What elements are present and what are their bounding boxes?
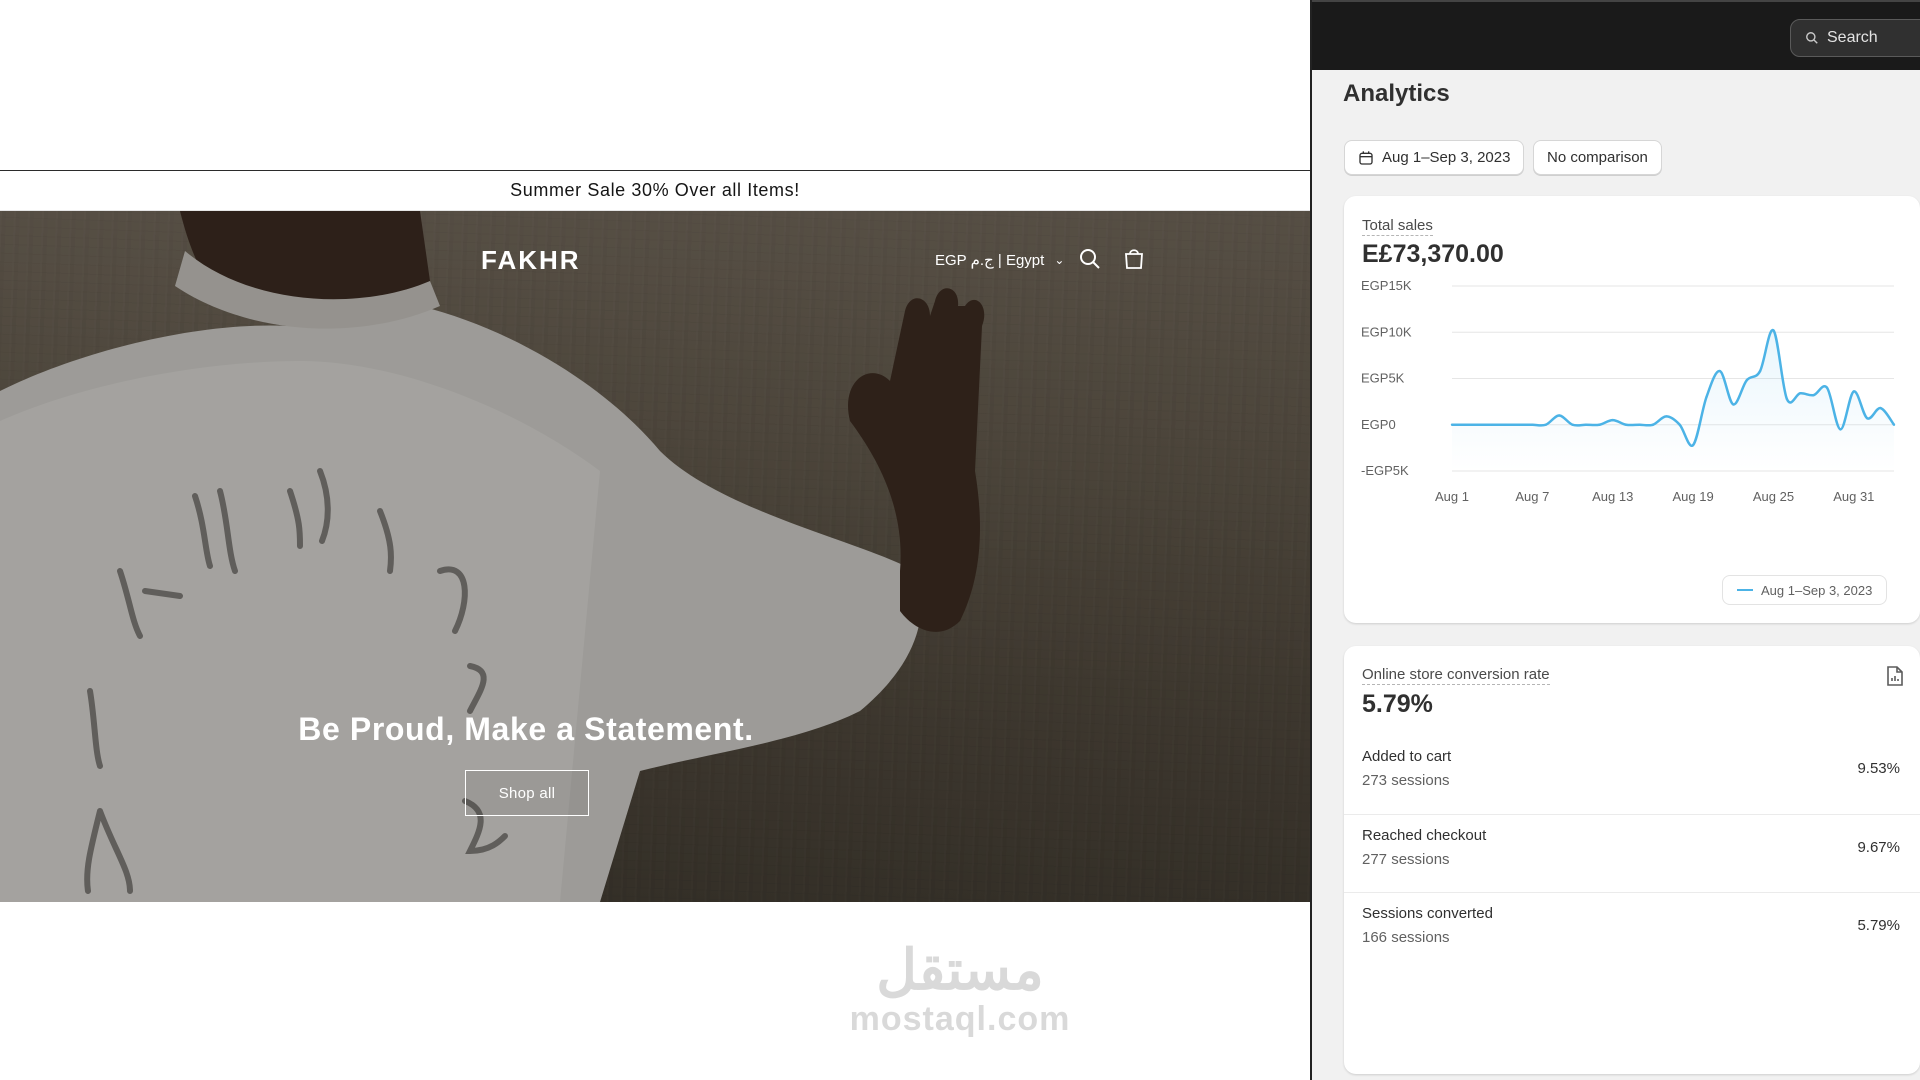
sales-data-point — [1732, 403, 1735, 406]
date-range-label: Aug 1–Sep 3, 2023 — [1382, 149, 1511, 166]
x-tick-label: Aug 19 — [1672, 489, 1713, 504]
conversion-rate-label[interactable]: Online store conversion rate — [1362, 666, 1550, 685]
watermark: مستقل mostaql.com — [840, 938, 1080, 1039]
total-sales-value: E£73,370.00 — [1362, 240, 1504, 268]
page-title: Analytics — [1343, 80, 1450, 107]
sales-data-point — [1544, 423, 1547, 426]
sales-data-point — [1839, 428, 1842, 431]
sales-data-point — [1718, 369, 1722, 373]
y-tick-label: EGP5K — [1361, 371, 1405, 386]
chevron-down-icon: ⌄ — [1054, 253, 1065, 267]
legend-label: Aug 1–Sep 3, 2023 — [1761, 582, 1873, 598]
shop-all-button[interactable]: Shop all — [465, 770, 589, 816]
announcement-bar: Summer Sale 30% Over all Items! — [0, 171, 1310, 211]
x-tick-label: Aug 1 — [1435, 489, 1469, 504]
x-tick-label: Aug 7 — [1515, 489, 1549, 504]
row-sessions: 166 sessions — [1362, 929, 1450, 946]
sales-data-point — [1852, 390, 1856, 393]
legend-swatch — [1737, 589, 1753, 591]
comparison-picker[interactable]: No comparison — [1533, 140, 1662, 175]
store-header: FAKHR EGP ج.م | Egypt ⌄ — [0, 211, 1310, 301]
x-tick-label: Aug 31 — [1833, 489, 1874, 504]
sales-data-point — [1812, 393, 1815, 397]
hero-banner: FAKHR EGP ج.م | Egypt ⌄ Be Proud, Make a… — [0, 211, 1310, 902]
y-tick-label: -EGP5K — [1361, 463, 1409, 478]
row-sessions: 273 sessions — [1362, 772, 1450, 789]
sales-area — [1452, 330, 1894, 471]
sales-data-point — [1651, 423, 1655, 426]
calendar-icon — [1359, 150, 1373, 165]
comparison-label: No comparison — [1547, 149, 1648, 166]
row-name: Sessions converted — [1362, 905, 1493, 922]
conversion-rate-value: 5.79% — [1362, 690, 1433, 718]
row-percentage: 5.79% — [1857, 917, 1900, 934]
sales-data-point — [1758, 369, 1762, 373]
x-axis-ticks: Aug 1 Aug 7 Aug 13 Aug 19 Aug 25 Aug 31 — [1435, 489, 1874, 504]
brand-logo[interactable]: FAKHR — [481, 245, 581, 276]
sales-data-point — [1785, 397, 1789, 401]
hero-image — [0, 211, 1310, 902]
sales-data-point — [1691, 443, 1695, 447]
sales-data-point — [1450, 423, 1454, 426]
y-tick-label: EGP10K — [1361, 324, 1412, 339]
sales-data-point — [1598, 423, 1601, 426]
x-tick-label: Aug 25 — [1753, 489, 1794, 504]
sales-data-point — [1678, 423, 1681, 426]
conversion-row-reached-checkout: Reached checkout 277 sessions 9.67% — [1344, 814, 1920, 892]
sales-data-point — [1799, 392, 1802, 395]
conversion-rate-card: Online store conversion rate 5.79% Added… — [1344, 646, 1920, 1074]
sales-data-point — [1557, 414, 1561, 417]
storefront-preview: Summer Sale 30% Over all Items! FAKHR EG… — [0, 0, 1310, 1080]
sales-data-point — [1866, 417, 1869, 420]
sales-data-point — [1772, 329, 1775, 332]
sales-data-point — [1892, 423, 1896, 426]
row-percentage: 9.53% — [1857, 760, 1900, 777]
sales-data-point — [1490, 423, 1494, 426]
cart-icon[interactable] — [1122, 247, 1146, 271]
search-icon[interactable] — [1078, 247, 1102, 271]
row-name: Reached checkout — [1362, 827, 1487, 844]
analytics-panel: Search Analytics Aug 1–Sep 3, 2023 No co… — [1310, 0, 1920, 1080]
y-axis-ticks: EGP15K EGP10K EGP5K EGP0 -EGP5K — [1361, 278, 1412, 478]
sales-line-chart: EGP15KEGP10KEGP5KEGP0-EGP5K Aug 1 Aug 7 Au… — [1361, 278, 1896, 504]
admin-topbar: Search — [1312, 0, 1920, 70]
currency-country-selector[interactable]: EGP ج.م | Egypt ⌄ — [935, 251, 1064, 269]
sales-data-point — [1531, 423, 1534, 426]
locale-label: EGP ج.م | Egypt — [935, 252, 1045, 269]
total-sales-label[interactable]: Total sales — [1362, 217, 1433, 236]
conversion-row-sessions-converted: Sessions converted 166 sessions 5.79% — [1344, 892, 1920, 970]
sales-data-point — [1624, 423, 1628, 426]
y-tick-label: EGP0 — [1361, 417, 1396, 432]
sales-data-point — [1611, 418, 1614, 422]
watermark-latin: mostaql.com — [849, 1000, 1071, 1038]
sales-data-point — [1464, 423, 1467, 426]
search-icon — [1806, 32, 1818, 44]
sales-data-point — [1517, 423, 1521, 426]
chart-legend[interactable]: Aug 1–Sep 3, 2023 — [1722, 575, 1888, 605]
sales-data-point — [1745, 379, 1748, 382]
sales-data-point — [1705, 395, 1708, 399]
date-range-picker[interactable]: Aug 1–Sep 3, 2023 — [1344, 140, 1525, 175]
sales-data-point — [1477, 423, 1480, 426]
sales-data-point — [1504, 423, 1507, 426]
sales-data-point — [1825, 386, 1829, 389]
admin-search-input[interactable]: Search — [1790, 19, 1920, 57]
total-sales-card: Total sales E£73,370.00 EGP15K EGP10K EGP5… — [1344, 196, 1920, 623]
row-sessions: 277 sessions — [1362, 851, 1450, 868]
x-tick-label: Aug 13 — [1592, 489, 1633, 504]
sales-data-point — [1665, 415, 1668, 418]
sales-data-point — [1571, 423, 1574, 426]
conversion-row-added-to-cart: Added to cart 273 sessions 9.53% — [1344, 736, 1920, 814]
report-icon[interactable] — [1886, 666, 1904, 686]
sales-data-point — [1638, 423, 1641, 426]
sales-data-point — [1879, 406, 1882, 410]
y-tick-label: EGP15K — [1361, 278, 1412, 293]
hero-heading: Be Proud, Make a Statement. — [298, 711, 754, 747]
row-name: Added to cart — [1362, 748, 1452, 765]
admin-search-label: Search — [1827, 29, 1878, 46]
row-percentage: 9.67% — [1857, 839, 1900, 856]
sales-data-point — [1584, 423, 1588, 426]
watermark-arabic: مستقل — [876, 938, 1044, 1001]
